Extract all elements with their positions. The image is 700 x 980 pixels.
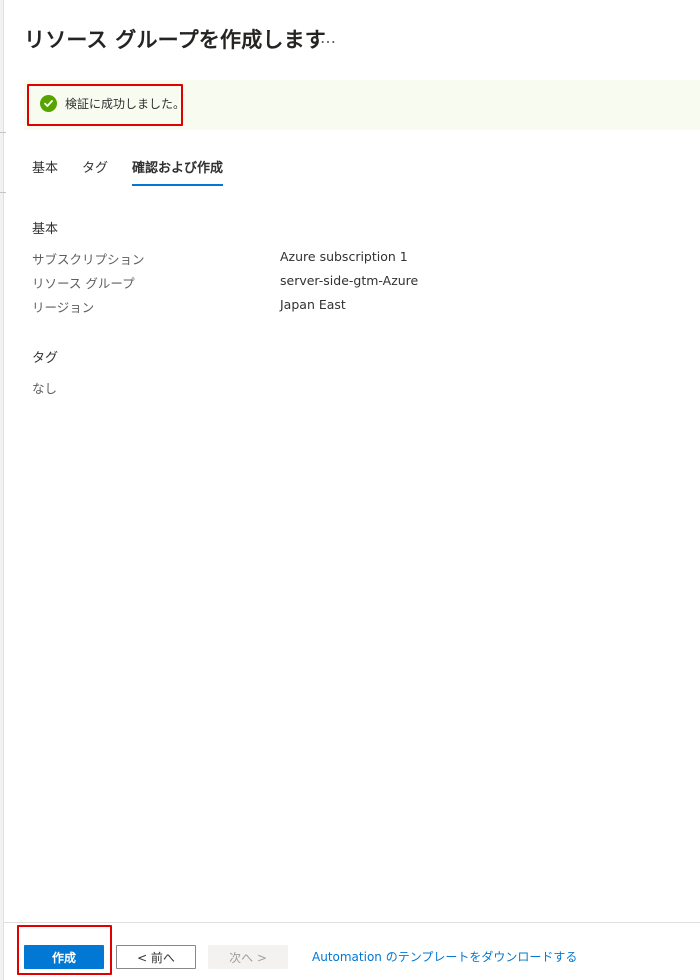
previous-button[interactable]: < 前へ <box>116 945 196 969</box>
next-button: 次へ > <box>208 945 288 969</box>
row-value: Azure subscription 1 <box>280 249 408 264</box>
row-value: server-side-gtm-Azure <box>280 273 419 288</box>
left-panel-edge <box>0 0 4 980</box>
review-row: サブスクリプション Azure subscription 1 <box>32 249 672 269</box>
section-heading-tags: タグ <box>32 351 59 366</box>
highlight-box-create <box>17 925 112 975</box>
row-key: リージョン <box>32 300 95 315</box>
left-edge-tick <box>0 192 6 193</box>
tab-review-create[interactable]: 確認および作成 <box>132 160 224 186</box>
section-heading-basics: 基本 <box>32 222 59 237</box>
tab-basics[interactable]: 基本 <box>32 160 58 186</box>
left-edge-tick <box>0 132 6 133</box>
tags-value: なし <box>32 381 58 396</box>
row-value: Japan East <box>280 297 346 312</box>
more-options-icon[interactable]: … <box>320 28 337 47</box>
review-row: リージョン Japan East <box>32 297 672 317</box>
highlight-box-banner <box>27 84 183 126</box>
tab-tags[interactable]: タグ <box>82 160 108 186</box>
blade-title: リソース グループを作成します <box>24 28 326 52</box>
download-template-link[interactable]: Automation のテンプレートをダウンロードする <box>312 948 577 965</box>
row-key: サブスクリプション <box>32 252 145 267</box>
tab-bar: 基本 タグ 確認および作成 <box>32 160 247 188</box>
row-key: リソース グループ <box>32 276 135 291</box>
review-row: リソース グループ server-side-gtm-Azure <box>32 273 672 293</box>
